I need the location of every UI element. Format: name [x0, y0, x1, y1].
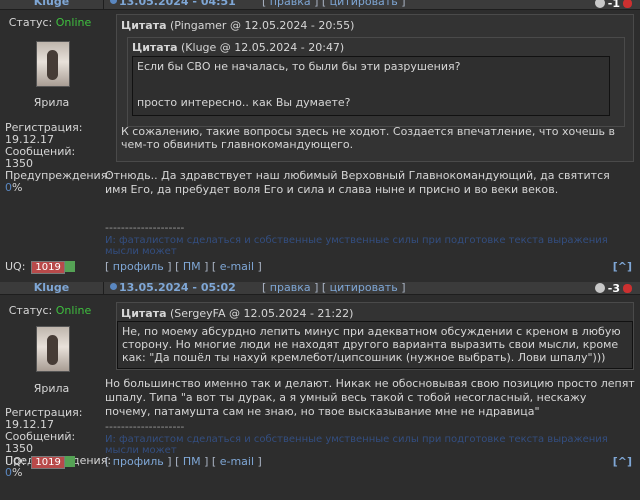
- messages-count: Сообщений: 1350: [5, 430, 76, 455]
- quote-meta: (SergeyFA @ 12.05.2024 - 21:22): [170, 307, 354, 320]
- profile-link[interactable]: профиль: [113, 260, 164, 273]
- post-header: Kluge 13.05.2024 - 05:02 [ правка ] [ ци…: [0, 282, 640, 295]
- signature-separator: --------------------: [105, 221, 185, 234]
- post-footer: [ профиль ] [ ПМ ] [ e-mail ]: [105, 455, 262, 468]
- signature-separator: --------------------: [105, 420, 185, 433]
- signature: И: фаталистом сделаться и собственные ум…: [105, 434, 608, 456]
- uq-plus-icon[interactable]: [64, 456, 75, 467]
- profile-link[interactable]: профиль: [113, 455, 164, 468]
- post-body: Отнюдь.. Да здравствует наш любимый Верх…: [105, 169, 610, 196]
- quote-word: Цитата: [121, 307, 167, 320]
- quote-inner-line1: Если бы СВО не началась, то были бы эти …: [137, 60, 461, 73]
- signature: И: фаталистом сделаться и собственные ум…: [105, 235, 608, 257]
- edit-link[interactable]: правка: [270, 0, 311, 8]
- pm-link[interactable]: ПМ: [183, 260, 201, 273]
- quote-outer-text: Не, по моему абсурдно лепить минус при а…: [122, 325, 621, 364]
- status-online: Online: [55, 16, 92, 29]
- uq-plus-icon[interactable]: [64, 261, 75, 272]
- warnings-number[interactable]: 0: [5, 181, 12, 194]
- post-score: -1: [594, 0, 632, 10]
- rate-minus-icon[interactable]: [623, 0, 632, 8]
- email-link[interactable]: e-mail: [220, 455, 254, 468]
- post-bullet-icon: [110, 283, 117, 290]
- uq-label: UQ:: [5, 260, 26, 273]
- rate-circle-icon[interactable]: [594, 0, 605, 8]
- author-nick[interactable]: Kluge: [0, 282, 104, 294]
- post-header: Kluge 13.05.2024 - 04:51 [ правка ] [ ци…: [0, 0, 640, 10]
- status: Статус: Online: [0, 304, 100, 317]
- uq-badge[interactable]: 1019: [31, 261, 65, 274]
- quote-outer: Цитата (SergeyFA @ 12.05.2024 - 21:22) Н…: [116, 302, 634, 370]
- quote-meta: (Kluge @ 12.05.2024 - 20:47): [181, 41, 345, 54]
- score-value: -1: [607, 0, 620, 10]
- quote-outer-title: Цитата (Pingamer @ 12.05.2024 - 20:55): [121, 19, 354, 32]
- uq-rating: UQ: 1019: [5, 260, 75, 274]
- warnings-value: 0%: [5, 182, 105, 194]
- post-body: Но большинство именно так и делают. Ника…: [105, 377, 635, 418]
- rate-circle-icon[interactable]: [594, 283, 605, 293]
- edit-link[interactable]: правка: [270, 281, 311, 294]
- quote-outer-body: Не, по моему абсурдно лепить минус при а…: [117, 321, 633, 369]
- post-score: -3: [594, 281, 632, 295]
- uq-rating: UQ: 1019: [5, 455, 75, 469]
- quote-word: Цитата: [121, 19, 167, 32]
- quote-outer-text: К сожалению, такие вопросы здесь не ходю…: [121, 125, 615, 151]
- post-date[interactable]: 13.05.2024 - 05:02: [110, 282, 236, 294]
- status-label: Статус:: [8, 304, 53, 317]
- user-info: Регистрация: 19.12.17 Сообщений: 1350 Пр…: [5, 122, 111, 194]
- post-actions: [ правка ] [ цитировать ]: [262, 281, 406, 294]
- post-date[interactable]: 13.05.2024 - 04:51: [110, 0, 236, 7]
- email-link[interactable]: e-mail: [220, 260, 254, 273]
- rate-minus-icon[interactable]: [623, 283, 632, 293]
- quote-inner: Цитата (Kluge @ 12.05.2024 - 20:47) Если…: [127, 37, 625, 127]
- pm-link[interactable]: ПМ: [183, 455, 201, 468]
- quote-link[interactable]: цитировать: [330, 0, 398, 8]
- post-footer: [ профиль ] [ ПМ ] [ e-mail ]: [105, 260, 262, 273]
- quote-outer: Цитата (Pingamer @ 12.05.2024 - 20:55) Ц…: [116, 14, 634, 162]
- status-online: Online: [55, 304, 92, 317]
- quote-outer-title: Цитата (SergeyFA @ 12.05.2024 - 21:22): [121, 307, 353, 320]
- user-title: Ярила: [33, 382, 70, 395]
- warnings-pct: %: [12, 181, 23, 194]
- post-date-text: 13.05.2024 - 04:51: [119, 0, 236, 8]
- avatar[interactable]: [36, 41, 70, 87]
- status-label: Статус:: [8, 16, 53, 29]
- post-date-text: 13.05.2024 - 05:02: [119, 281, 236, 294]
- uq-label: UQ:: [5, 455, 26, 468]
- user-title: Ярила: [33, 96, 70, 109]
- messages-count: Сообщений: 1350: [5, 145, 76, 170]
- quote-meta: (Pingamer @ 12.05.2024 - 20:55): [170, 19, 355, 32]
- author-nick[interactable]: Kluge: [0, 0, 104, 9]
- quote-word: Цитата: [132, 41, 178, 54]
- scroll-top-link[interactable]: [^]: [613, 455, 632, 468]
- post-actions: [ правка ] [ цитировать ]: [262, 0, 406, 7]
- quote-inner-line2: просто интересно.. как Вы думаете?: [137, 96, 351, 109]
- uq-badge[interactable]: 1019: [31, 456, 65, 469]
- score-value: -3: [607, 281, 620, 295]
- status: Статус: Online: [0, 16, 100, 29]
- quote-link[interactable]: цитировать: [330, 281, 398, 294]
- quote-inner-body: Если бы СВО не началась, то были бы эти …: [132, 56, 610, 116]
- post-bullet-icon: [110, 0, 117, 4]
- avatar[interactable]: [36, 326, 70, 372]
- scroll-top-link[interactable]: [^]: [613, 260, 632, 273]
- quote-inner-title: Цитата (Kluge @ 12.05.2024 - 20:47): [132, 41, 344, 54]
